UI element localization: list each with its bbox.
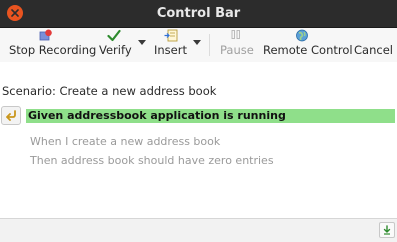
- remote-control-button[interactable]: Remote Control: [262, 28, 353, 62]
- step-marker-button[interactable]: [1, 106, 21, 125]
- window-title: Control Bar: [156, 6, 241, 21]
- scroll-down-button[interactable]: [379, 222, 395, 238]
- toolbar: Stop Recording Verify Insert Pause Remot…: [0, 28, 397, 62]
- title-bar: Control Bar: [0, 0, 397, 28]
- record-stop-icon: [39, 29, 52, 41]
- pause-label: Pause: [220, 43, 254, 57]
- scenario-title: Scenario: Create a new address book: [2, 84, 217, 98]
- checkmark-icon: [107, 29, 121, 42]
- stop-recording-button[interactable]: Stop Recording: [6, 28, 96, 62]
- verify-dropdown-arrow[interactable]: [138, 40, 146, 45]
- insert-icon: [164, 29, 178, 42]
- verify-button[interactable]: Verify: [96, 28, 134, 62]
- return-arrow-icon: [6, 110, 16, 121]
- verify-label: Verify: [99, 43, 132, 57]
- toolbar-separator: [209, 34, 210, 56]
- pause-button[interactable]: Pause: [218, 28, 254, 62]
- cancel-button[interactable]: Cancel: [352, 28, 393, 62]
- insert-label: Insert: [154, 43, 187, 57]
- insert-dropdown-arrow[interactable]: [193, 40, 201, 45]
- stop-recording-label: Stop Recording: [9, 43, 97, 57]
- pending-step: When I create a new address book: [30, 135, 221, 148]
- download-arrow-icon: [383, 225, 391, 235]
- pause-icon: [231, 30, 240, 39]
- active-step-row: Given addressbook application is running: [0, 104, 397, 126]
- control-bar-window: Control Bar Stop Recording Verify Insert…: [0, 0, 397, 242]
- globe-icon: [296, 29, 308, 42]
- status-bar: [0, 218, 397, 242]
- pending-step: Then address book should have zero entri…: [30, 154, 274, 167]
- cancel-label: Cancel: [354, 43, 393, 57]
- insert-button[interactable]: Insert: [152, 28, 188, 62]
- remote-control-label: Remote Control: [263, 43, 353, 57]
- active-step-text: Given addressbook application is running: [28, 109, 286, 122]
